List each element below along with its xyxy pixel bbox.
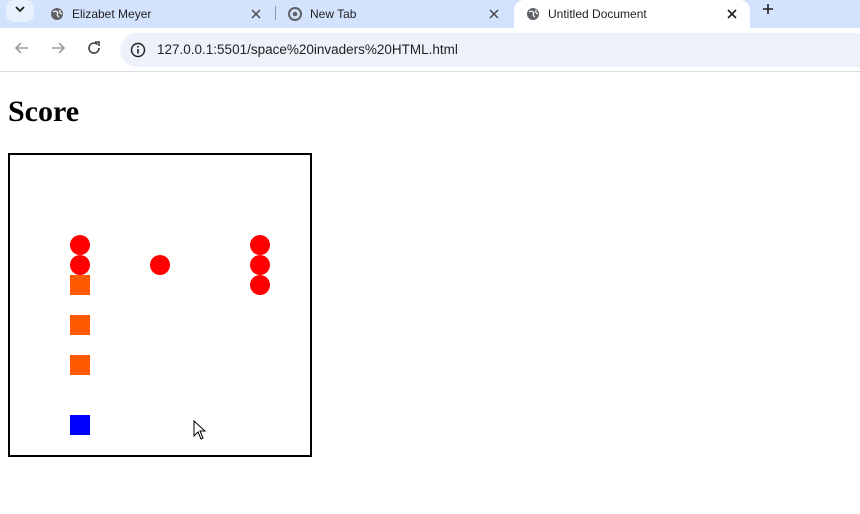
close-icon[interactable]: [724, 6, 740, 22]
game-board[interactable]: [8, 153, 312, 457]
invader: [70, 235, 90, 255]
score-heading: Score: [8, 95, 80, 128]
chevron-down-icon: [14, 2, 26, 20]
address-bar[interactable]: 127.0.0.1:5501/space%20invaders%20HTML.h…: [120, 33, 860, 67]
tab-title: Untitled Document: [548, 7, 647, 21]
shield-block: [70, 275, 90, 295]
new-tab-button[interactable]: [756, 0, 780, 22]
close-icon[interactable]: [486, 6, 502, 22]
info-icon[interactable]: [130, 42, 146, 58]
invader: [250, 255, 270, 275]
tab-search-button[interactable]: [6, 0, 34, 22]
tab-title: Elizabet Meyer: [72, 7, 152, 21]
invader: [250, 235, 270, 255]
back-arrow-icon: [14, 40, 30, 61]
invader: [150, 255, 170, 275]
reload-button[interactable]: [82, 38, 106, 62]
invader: [250, 275, 270, 295]
forward-arrow-icon: [50, 40, 66, 61]
mouse-cursor-icon: [193, 419, 207, 445]
browser-toolbar: 127.0.0.1:5501/space%20invaders%20HTML.h…: [0, 28, 860, 72]
back-button[interactable]: [10, 38, 34, 62]
tab-title: New Tab: [310, 7, 357, 21]
invader: [70, 255, 90, 275]
tab-strip: Elizabet Meyer New Tab Untitled Document: [0, 0, 860, 28]
shield-block: [70, 315, 90, 335]
tab-new-tab[interactable]: New Tab: [276, 0, 512, 28]
player-ship: [70, 415, 90, 435]
tab-elizabet-meyer[interactable]: Elizabet Meyer: [38, 0, 274, 28]
chrome-icon: [288, 7, 302, 21]
reload-icon: [86, 40, 102, 61]
shield-block: [70, 355, 90, 375]
close-icon[interactable]: [248, 6, 264, 22]
page-content: Score: [0, 73, 860, 514]
forward-button[interactable]: [46, 38, 70, 62]
url-text: 127.0.0.1:5501/space%20invaders%20HTML.h…: [157, 42, 458, 57]
plus-icon: [762, 2, 774, 20]
globe-icon: [50, 7, 64, 21]
globe-icon: [526, 7, 540, 21]
tab-untitled-document[interactable]: Untitled Document: [514, 0, 750, 28]
